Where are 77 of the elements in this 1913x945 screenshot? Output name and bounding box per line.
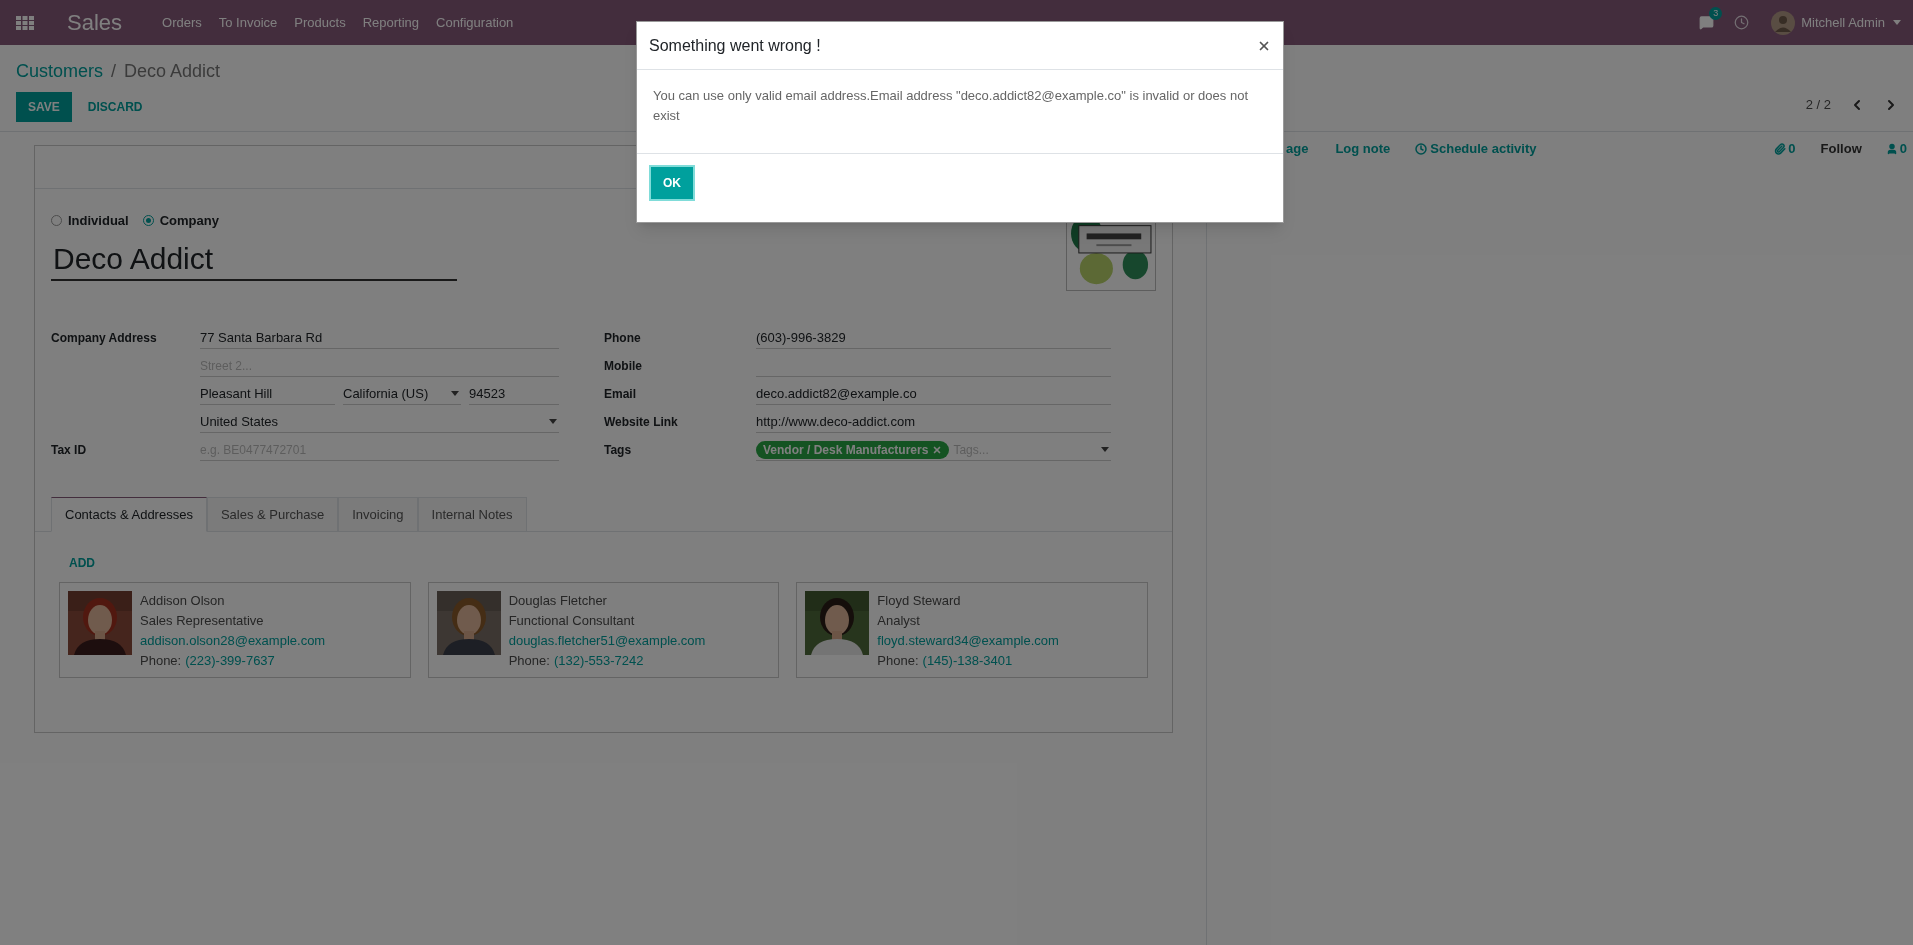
add-button[interactable]: ADD xyxy=(59,550,105,575)
city-field[interactable]: Pleasant Hill xyxy=(200,383,335,405)
ok-button[interactable]: OK xyxy=(651,167,693,199)
caret-icon xyxy=(549,419,557,424)
breadcrumb-separator: / xyxy=(111,60,117,83)
remove-icon[interactable] xyxy=(932,444,943,455)
phone-link[interactable]: (223)-399-7637 xyxy=(185,651,275,671)
contact-name: Floyd Steward xyxy=(877,592,962,610)
email-link[interactable]: douglas.fletcher51@example.com xyxy=(508,631,706,651)
pager-value: 2 / 2 xyxy=(1805,96,1831,115)
phone-label: Phone: xyxy=(140,652,182,670)
caret-icon xyxy=(451,391,459,396)
menu-link[interactable]: To Invoice xyxy=(218,12,278,33)
contact-card[interactable]: Addison Olson Sales Representative addison.olson28@example.com Phone: (223)-399-7637 xyxy=(59,582,411,678)
menu-link[interactable]: Products xyxy=(294,12,346,33)
field-label: Website Link xyxy=(604,414,679,431)
breadcrumb-current: Deco Addict xyxy=(124,60,221,83)
attachments-button[interactable]: 0 xyxy=(1774,139,1796,159)
discard-button[interactable]: DISCARD xyxy=(75,92,155,122)
contact-name: Addison Olson xyxy=(140,592,226,610)
activities-icon[interactable] xyxy=(1734,15,1750,30)
text-field[interactable]: http://www.deco-addict.com xyxy=(756,411,1111,433)
phone-label: Phone: xyxy=(877,652,919,670)
country-select[interactable]: United States xyxy=(200,411,559,433)
user-menu[interactable]: Mitchell Admin xyxy=(1801,12,1885,33)
contact-title: Analyst xyxy=(877,612,921,630)
field-label: Company Address xyxy=(51,330,158,347)
radio-option[interactable]: Individual xyxy=(51,211,129,231)
phone-link[interactable]: (132)-553-7242 xyxy=(553,651,644,671)
email-link[interactable]: floyd.steward34@example.com xyxy=(877,631,1059,651)
contact-title: Sales Representative xyxy=(140,612,265,630)
app-title: Sales xyxy=(67,9,123,37)
contact-title: Functional Consultant xyxy=(508,612,636,630)
send-message-button[interactable]: age xyxy=(1286,139,1309,159)
paperclip-icon xyxy=(1774,143,1787,155)
messages-icon[interactable] xyxy=(1699,15,1715,30)
radio-option[interactable]: Company xyxy=(142,211,219,231)
name-field[interactable]: Deco Addict xyxy=(51,238,457,281)
save-button[interactable]: SAVE xyxy=(16,92,72,122)
caret-icon xyxy=(1101,447,1109,452)
field-label: Tags xyxy=(604,442,633,459)
menu-link[interactable]: Orders xyxy=(162,12,202,33)
contact-card[interactable]: Douglas Fletcher Functional Consultant douglas.fletcher51@example.com Phone: (132)-553-7242 xyxy=(427,582,780,678)
tab[interactable]: Contacts & Addresses xyxy=(51,497,207,532)
notification-badge: 3 xyxy=(1709,7,1723,20)
street-field[interactable]: 77 Santa Barbara Rd xyxy=(200,327,559,349)
state-select[interactable]: California (US) xyxy=(343,383,461,405)
tag-badge: Vendor / Desk Manufacturers xyxy=(756,440,950,459)
avatar-icon[interactable] xyxy=(1771,10,1796,35)
phone-link[interactable]: (145)-138-3401 xyxy=(922,651,1013,671)
followers-button[interactable]: 0 xyxy=(1885,139,1907,159)
log-note-button[interactable]: Log note xyxy=(1335,139,1391,159)
error-message: You can use only valid email address.Email address "deco.addict82@example.co" is invalid or does not exist xyxy=(653,87,1249,125)
field-label: Tax ID xyxy=(51,442,88,459)
apps-menu-icon[interactable] xyxy=(16,15,34,30)
email-link[interactable]: addison.olson28@example.com xyxy=(140,631,326,651)
text-field[interactable]: deco.addict82@example.co xyxy=(756,383,1111,405)
contact-card[interactable]: Floyd Steward Analyst floyd.steward34@example.com Phone: (145)-138-3401 xyxy=(796,582,1148,678)
clock-icon xyxy=(1415,143,1428,155)
phone-label: Phone: xyxy=(508,652,550,670)
follow-button[interactable]: Follow xyxy=(1820,139,1862,159)
text-field[interactable]: (603)-996-3829 xyxy=(756,327,1111,349)
user-icon xyxy=(1885,143,1898,155)
tab[interactable]: Internal Notes xyxy=(417,497,527,532)
tab[interactable]: Invoicing xyxy=(338,497,418,532)
contact-name: Douglas Fletcher xyxy=(508,592,608,610)
menu-link[interactable]: Configuration xyxy=(436,12,514,33)
dialog-title: Something went wrong ! xyxy=(649,35,821,56)
zip-field[interactable]: 94523 xyxy=(469,383,559,405)
field-label: Email xyxy=(604,386,637,403)
field-label: Phone xyxy=(604,330,642,347)
breadcrumb-link[interactable]: Customers xyxy=(16,58,104,85)
caret-icon xyxy=(1893,20,1901,25)
field-label: Mobile xyxy=(604,358,643,375)
schedule-activity-button[interactable]: Schedule activity xyxy=(1415,139,1537,159)
menu-link[interactable]: Reporting xyxy=(362,12,419,33)
tab[interactable]: Sales & Purchase xyxy=(206,497,339,532)
